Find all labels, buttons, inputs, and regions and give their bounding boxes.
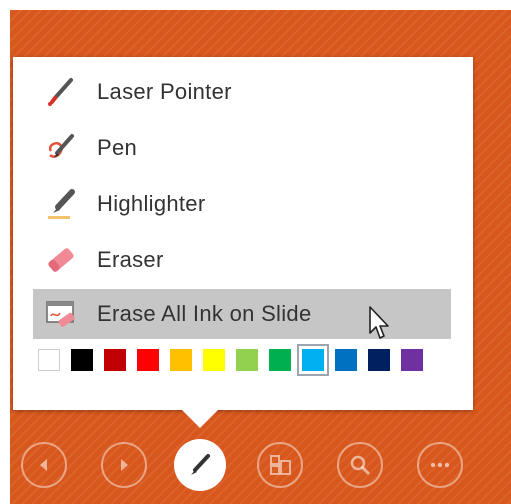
color-swatch-dark-blue[interactable] [368, 349, 390, 371]
next-icon [121, 459, 128, 471]
more-options-icon [430, 462, 450, 468]
color-swatch-red[interactable] [137, 349, 159, 371]
more-options-button[interactable] [417, 442, 463, 488]
menu-item-eraser[interactable]: Eraser [33, 235, 451, 285]
zoom-icon [350, 455, 370, 475]
mouse-cursor-icon [369, 306, 389, 339]
see-all-slides-icon [270, 455, 291, 475]
color-swatch-light-green[interactable] [236, 349, 258, 371]
color-swatch-black[interactable] [71, 349, 93, 371]
color-swatch-white[interactable] [38, 349, 60, 371]
slideshow-toolbar [17, 438, 511, 498]
color-swatch-purple[interactable] [401, 349, 423, 371]
color-swatch-light-blue[interactable] [297, 344, 329, 376]
menu-item-pen[interactable]: Pen [33, 123, 451, 173]
next-slide-button[interactable] [101, 442, 147, 488]
menu-item-label: Eraser [97, 247, 164, 272]
highlighter-icon [39, 182, 83, 226]
color-swatch-orange[interactable] [170, 349, 192, 371]
color-swatch-blue[interactable] [335, 349, 357, 371]
menu-callout-pointer [180, 408, 220, 428]
menu-item-label: Highlighter [97, 191, 206, 216]
pen-tool-button[interactable] [174, 439, 226, 491]
menu-item-laser-pointer[interactable]: Laser Pointer [33, 67, 451, 117]
laser-pointer-icon [39, 70, 83, 114]
menu-item-label: Laser Pointer [97, 79, 232, 104]
color-swatch-dark-red[interactable] [104, 349, 126, 371]
eraser-icon [39, 238, 83, 282]
menu-item-label: Pen [97, 135, 138, 160]
menu-item-highlighter[interactable]: Highlighter [33, 179, 451, 229]
pen-tool-icon [191, 454, 210, 475]
color-swatch-yellow[interactable] [203, 349, 225, 371]
erase-all-ink-icon [39, 292, 83, 336]
pen-icon [39, 126, 83, 170]
previous-slide-button[interactable] [21, 442, 67, 488]
zoom-button[interactable] [337, 442, 383, 488]
menu-item-label: Erase All Ink on Slide [97, 301, 312, 326]
see-all-slides-button[interactable] [257, 442, 303, 488]
color-swatch-green[interactable] [269, 349, 291, 371]
pen-options-menu: Laser Pointer Pen Highlighter Eraser Era… [13, 57, 473, 410]
ink-color-palette [38, 344, 434, 376]
previous-icon [40, 459, 47, 471]
